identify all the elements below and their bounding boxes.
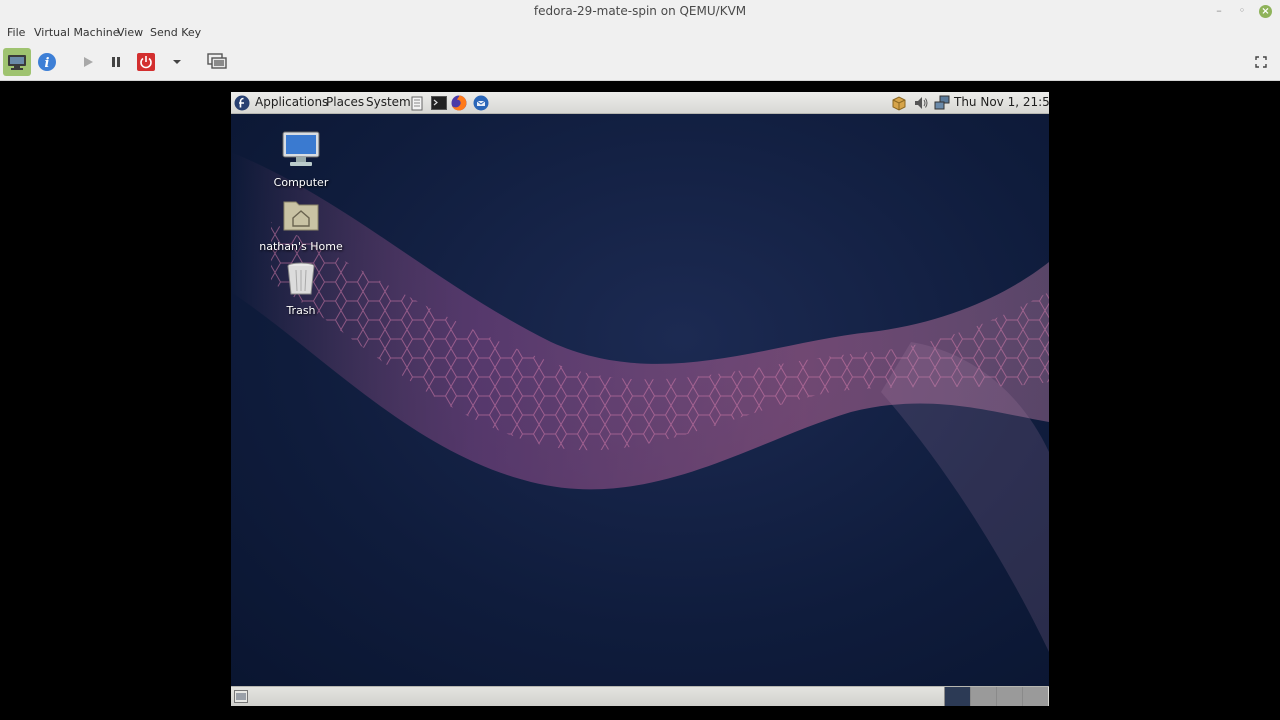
menubar: File Virtual Machine View Send Key [0, 24, 1280, 44]
info-icon: i [38, 53, 56, 71]
dropdown-arrow-icon [173, 60, 181, 64]
panel-clock[interactable]: Thu Nov 1, 21:55 [954, 95, 1049, 109]
pause-button[interactable] [106, 50, 126, 74]
workspace-3[interactable] [996, 687, 1022, 706]
menu-view[interactable]: View [117, 26, 143, 39]
desktop-icon-trash[interactable]: Trash [251, 258, 351, 317]
workspace-1[interactable] [944, 687, 970, 706]
window-title: fedora-29-mate-spin on QEMU/KVM [533, 4, 747, 18]
home-folder-icon [283, 201, 319, 231]
maximize-button[interactable]: ◦ [1235, 4, 1249, 18]
shutdown-button[interactable] [136, 50, 156, 74]
play-icon [84, 57, 93, 67]
fullscreen-icon [1255, 56, 1267, 68]
workspace-2[interactable] [970, 687, 996, 706]
snapshots-button[interactable] [206, 50, 228, 74]
guest-top-panel: Applications Places System Thu Nov 1, 21… [231, 92, 1049, 114]
vm-display[interactable]: Applications Places System Thu Nov 1, 21… [231, 92, 1049, 706]
fedora-logo-icon[interactable] [234, 95, 250, 111]
run-button[interactable] [78, 50, 98, 74]
window-titlebar: fedora-29-mate-spin on QEMU/KVM – ◦ × [0, 0, 1280, 24]
network-icon[interactable] [934, 95, 950, 111]
desktop-icon-label: nathan's Home [259, 240, 343, 253]
minimize-button[interactable]: – [1212, 4, 1226, 18]
show-desktop-icon[interactable] [234, 690, 248, 703]
firefox-icon[interactable] [451, 95, 467, 111]
text-editor-icon[interactable] [411, 95, 423, 111]
desktop-icon-label: Trash [286, 304, 316, 317]
panel-menu-places[interactable]: Places [326, 95, 364, 109]
desktop-icon-label: Computer [273, 176, 329, 189]
panel-menu-applications[interactable]: Applications [255, 95, 328, 109]
fullscreen-button[interactable] [1252, 50, 1270, 74]
computer-icon [282, 131, 320, 166]
workspace-4[interactable] [1022, 687, 1048, 706]
volume-icon[interactable] [913, 95, 929, 111]
power-icon [137, 53, 155, 71]
trash-icon [287, 262, 315, 295]
desktop-wallpaper [231, 92, 1049, 706]
snapshots-icon [207, 53, 227, 69]
menu-file[interactable]: File [7, 26, 25, 39]
thunderbird-icon[interactable] [473, 95, 489, 111]
menu-send-key[interactable]: Send Key [150, 26, 201, 39]
package-updates-icon[interactable] [891, 95, 907, 111]
shutdown-menu-button[interactable] [168, 50, 186, 74]
terminal-icon[interactable] [431, 95, 447, 111]
close-button[interactable]: × [1259, 5, 1272, 18]
menu-virtual-machine[interactable]: Virtual Machine [34, 26, 120, 39]
details-button[interactable]: i [36, 50, 58, 74]
pause-icon [112, 57, 120, 67]
desktop-icon-home[interactable]: nathan's Home [251, 194, 351, 253]
guest-bottom-panel [231, 686, 1049, 706]
console-button[interactable] [3, 48, 31, 76]
toolbar: i [0, 44, 1280, 81]
panel-menu-system[interactable]: System [366, 95, 411, 109]
svg-text:i: i [45, 56, 50, 71]
monitor-icon [8, 55, 26, 70]
desktop-icon-computer[interactable]: Computer [251, 130, 351, 189]
